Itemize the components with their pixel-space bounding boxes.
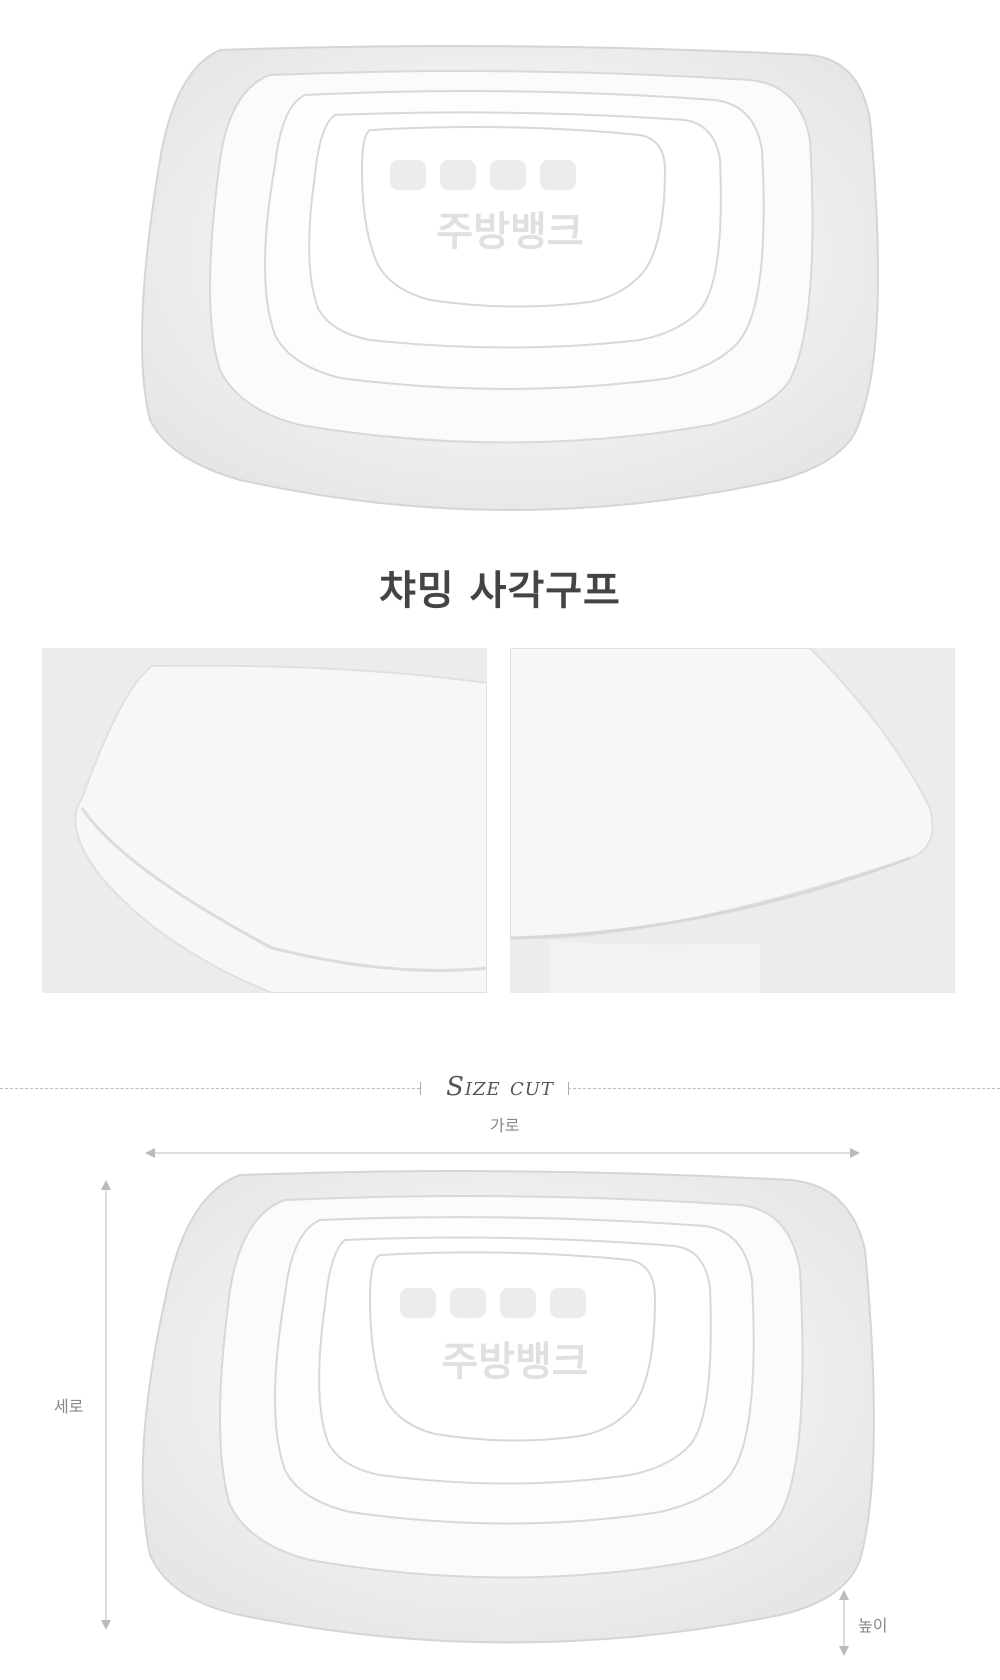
size-divider-left xyxy=(0,1088,420,1089)
size-divider-right xyxy=(568,1088,1000,1089)
watermark-text-bottom: 주방뱅크 xyxy=(441,1339,588,1385)
height-arrow xyxy=(836,1590,852,1656)
size-product-image: 주방뱅크 xyxy=(130,1160,890,1660)
length-arrow xyxy=(98,1180,114,1630)
width-arrow xyxy=(145,1145,860,1161)
detail-image-left xyxy=(42,648,487,993)
length-label: 세로 xyxy=(54,1397,84,1416)
watermark-text: 주방뱅크 xyxy=(436,209,583,255)
width-label: 가로 xyxy=(490,1116,520,1135)
height-label: 높이 xyxy=(858,1616,888,1635)
product-title: 챠밍 사각구프 xyxy=(379,568,621,614)
detail-image-right xyxy=(510,648,955,993)
size-cut-heading: Size cut xyxy=(446,1072,554,1102)
hero-product-image: 주방뱅크 xyxy=(130,40,890,520)
